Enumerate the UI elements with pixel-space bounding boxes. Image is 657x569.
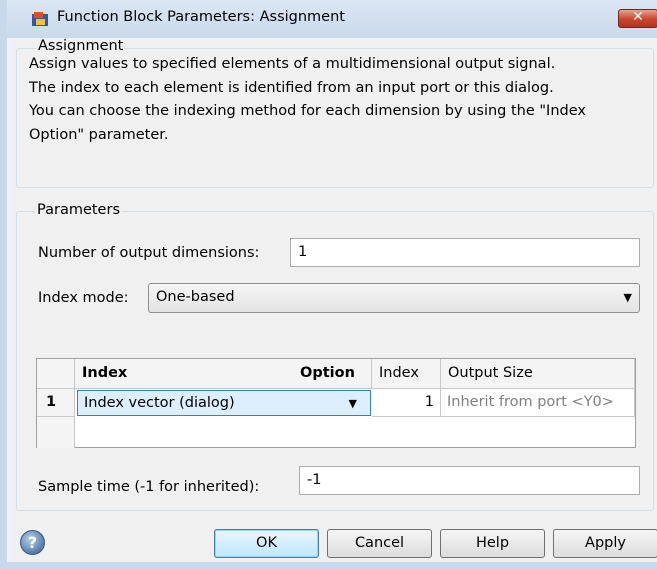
- sample-time-label: Sample time (-1 for inherited):: [38, 479, 260, 495]
- chevron-down-icon: ▼: [623, 291, 632, 304]
- description-line: The index to each element is identified …: [29, 79, 554, 96]
- description-line: Assign values to specified elements of a…: [29, 56, 556, 72]
- output-size-cell: Inherit from port <Y0>: [441, 389, 635, 417]
- close-button[interactable]: ✕: [618, 9, 657, 28]
- description-line: You can choose the indexing method for e…: [29, 103, 586, 119]
- simulink-block-icon: [32, 12, 48, 26]
- parameters-group-title: Parameters: [35, 202, 122, 218]
- row-header: 1: [37, 389, 75, 417]
- option-header-label: Option: [300, 365, 355, 381]
- block-description: Assign values to specified elements of a…: [29, 53, 649, 147]
- close-icon: ✕: [632, 9, 644, 25]
- index-value-cell[interactable]: 1: [372, 389, 441, 417]
- index-header-label: Index: [82, 365, 128, 381]
- index-mode-label: Index mode:: [38, 290, 129, 306]
- window-title: Function Block Parameters: Assignment: [57, 9, 345, 25]
- index-options-table: Index Option Index Output Size 1 Index v…: [36, 358, 636, 448]
- apply-button[interactable]: Apply: [553, 529, 657, 558]
- column-header-index[interactable]: Index: [372, 359, 441, 389]
- column-header-output-size[interactable]: Output Size: [441, 359, 635, 389]
- sample-time-field[interactable]: -1: [299, 466, 640, 495]
- index-mode-select[interactable]: One-based ▼: [148, 283, 640, 313]
- num-dims-field[interactable]: 1: [290, 238, 640, 267]
- ok-button[interactable]: OK: [214, 529, 319, 558]
- index-option-value: Index vector (dialog): [84, 395, 235, 411]
- dialog-window: Function Block Parameters: Assignment ✕ …: [0, 0, 657, 569]
- chevron-down-icon: ▼: [348, 397, 357, 410]
- description-line: Option" parameter.: [29, 126, 169, 143]
- table-empty-row-header: [37, 417, 75, 448]
- title-bar[interactable]: Function Block Parameters: Assignment ✕: [7, 0, 657, 38]
- help-button[interactable]: Help: [440, 529, 545, 558]
- num-dims-label: Number of output dimensions:: [38, 245, 260, 261]
- cancel-button[interactable]: Cancel: [327, 529, 432, 558]
- assignment-group-title: Assignment: [36, 38, 126, 54]
- table-corner-header: [37, 359, 75, 389]
- index-mode-value: One-based: [156, 289, 235, 305]
- column-header-index-option[interactable]: Index Option: [75, 359, 372, 389]
- question-mark-icon[interactable]: ?: [20, 530, 45, 555]
- index-option-combo[interactable]: Index vector (dialog) ▼: [77, 390, 371, 416]
